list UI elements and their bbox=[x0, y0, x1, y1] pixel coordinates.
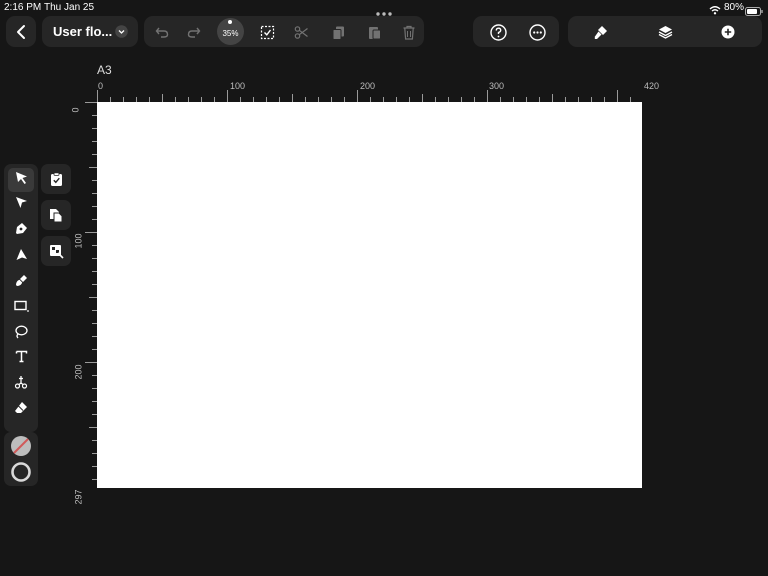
add-panel-button[interactable] bbox=[716, 20, 740, 44]
stroke-color-swatch[interactable] bbox=[10, 461, 32, 488]
lasso-tool[interactable] bbox=[8, 322, 34, 346]
node-pointer-icon bbox=[15, 196, 28, 214]
redo-button[interactable] bbox=[182, 20, 206, 44]
ruler-x-label: 200 bbox=[360, 81, 376, 91]
trash-icon bbox=[402, 25, 416, 40]
status-date: Thu Jan 25 bbox=[44, 2, 95, 13]
status-time: 2:16 PM bbox=[4, 2, 42, 13]
cut-button[interactable] bbox=[289, 20, 313, 44]
selection-tool[interactable] bbox=[8, 168, 34, 192]
ruler-y-label: 200 bbox=[73, 364, 84, 380]
text-icon bbox=[15, 350, 28, 368]
clipboard-check-icon bbox=[50, 171, 63, 187]
paste-button[interactable] bbox=[362, 20, 386, 44]
ruler-x-label: 300 bbox=[489, 81, 505, 91]
vertical-ruler[interactable]: 0 100 200 297 bbox=[71, 102, 97, 505]
page-size-label: A3 bbox=[97, 63, 112, 77]
lasso-icon bbox=[14, 325, 28, 344]
node-tool[interactable] bbox=[8, 193, 34, 217]
style-panel-button[interactable] bbox=[589, 20, 613, 44]
undo-button[interactable] bbox=[150, 20, 174, 44]
text-tool[interactable] bbox=[8, 347, 34, 371]
layers-panel-button[interactable] bbox=[653, 20, 677, 44]
ruler-tick bbox=[487, 90, 488, 102]
eraser-tool[interactable] bbox=[8, 398, 34, 422]
ruler-tick bbox=[422, 94, 423, 102]
ruler-y-label: 0 bbox=[70, 107, 81, 113]
ruler-tick bbox=[85, 232, 97, 233]
paste-icon bbox=[367, 25, 382, 40]
cut-path-icon bbox=[14, 375, 28, 394]
ruler-tick bbox=[97, 90, 98, 102]
image-paste-icon bbox=[49, 244, 64, 259]
zoom-button[interactable]: 35% bbox=[217, 18, 244, 45]
ruler-tick bbox=[89, 167, 97, 168]
horizontal-ruler[interactable]: 0 100 200 300 420 bbox=[97, 80, 659, 102]
delete-button[interactable] bbox=[397, 20, 421, 44]
add-icon bbox=[721, 25, 735, 39]
ruler-tick bbox=[89, 427, 97, 428]
ruler-x-label: 0 bbox=[98, 81, 104, 91]
redo-icon bbox=[187, 25, 201, 39]
brush-tool-icon bbox=[15, 274, 28, 292]
chevron-down-icon[interactable] bbox=[115, 25, 128, 43]
scissors-icon bbox=[294, 25, 309, 40]
ruler-tick bbox=[227, 90, 228, 102]
chevron-left-icon bbox=[16, 24, 26, 40]
zoom-indicator-dot bbox=[228, 20, 232, 24]
ruler-tick bbox=[357, 90, 358, 102]
ruler-tick bbox=[85, 102, 97, 103]
ruler-y-label: 100 bbox=[73, 233, 84, 249]
pen-tool[interactable] bbox=[8, 219, 34, 243]
document-title: User flo... bbox=[53, 24, 113, 39]
help-icon bbox=[489, 23, 507, 41]
copy-button[interactable] bbox=[326, 20, 350, 44]
canvas-page[interactable] bbox=[97, 102, 642, 488]
paste-document-icon bbox=[49, 208, 63, 223]
multitasking-dots-icon[interactable] bbox=[376, 4, 392, 16]
select-all-context-button[interactable] bbox=[41, 164, 71, 194]
shape-tool[interactable] bbox=[8, 296, 34, 320]
context-toolbar bbox=[41, 164, 71, 268]
tools-panel bbox=[4, 164, 38, 432]
rectangle-icon bbox=[13, 299, 29, 317]
layers-icon bbox=[658, 25, 673, 39]
scissors-tool[interactable] bbox=[8, 372, 34, 396]
pencil-icon bbox=[15, 248, 28, 266]
ruler-x-label: 100 bbox=[230, 81, 246, 91]
brush-icon bbox=[594, 25, 608, 40]
ruler-x-label: 420 bbox=[644, 81, 660, 91]
fill-color-swatch[interactable] bbox=[10, 435, 32, 462]
color-panel bbox=[4, 432, 38, 486]
pen-nib-icon bbox=[15, 222, 28, 240]
eraser-icon bbox=[14, 401, 28, 419]
select-all-icon bbox=[260, 25, 275, 40]
paste-context-button[interactable] bbox=[41, 200, 71, 230]
paste-style-context-button[interactable] bbox=[41, 236, 71, 266]
battery-percentage: 80% bbox=[724, 2, 745, 13]
undo-icon bbox=[155, 25, 169, 39]
edit-toolbar: 35% bbox=[144, 16, 424, 47]
zoom-level: 35% bbox=[222, 29, 239, 38]
panels-toolbar bbox=[568, 16, 762, 47]
help-button[interactable] bbox=[486, 20, 510, 44]
more-icon bbox=[528, 23, 546, 41]
pencil-tool[interactable] bbox=[8, 245, 34, 269]
select-all-button[interactable] bbox=[255, 20, 279, 44]
ruler-tick bbox=[85, 362, 97, 363]
ruler-y-label: 297 bbox=[73, 489, 84, 505]
brush-tool[interactable] bbox=[8, 271, 34, 295]
ruler-tick bbox=[162, 94, 163, 102]
arrow-pointer-icon bbox=[15, 171, 28, 190]
help-more-toolbar bbox=[473, 16, 559, 47]
ruler-tick bbox=[552, 94, 553, 102]
back-button[interactable] bbox=[6, 16, 36, 47]
ruler-tick bbox=[292, 94, 293, 102]
document-title-button[interactable]: User flo... bbox=[42, 16, 138, 47]
ruler-tick bbox=[89, 297, 97, 298]
copy-icon bbox=[331, 25, 346, 40]
ruler-tick bbox=[617, 90, 618, 102]
more-button[interactable] bbox=[525, 20, 549, 44]
